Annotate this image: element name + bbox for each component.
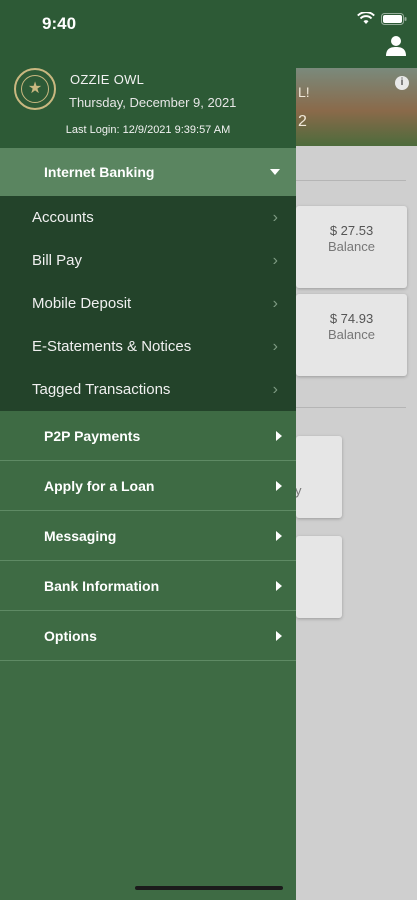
hero-text: L! [298,84,310,100]
submenu-item-tagged-transactions[interactable]: Tagged Transactions › [0,368,296,411]
menu-item-messaging[interactable]: Messaging [0,511,296,561]
submenu-item-accounts[interactable]: Accounts › [0,196,296,239]
account-balance-amount: $ 27.53 [329,223,374,238]
menu-label: Options [44,627,97,644]
submenu-label: Mobile Deposit [32,295,132,312]
chevron-right-icon: › [272,251,278,269]
bank-seal-logo: ★ [14,68,56,110]
submenu-item-mobile-deposit[interactable]: Mobile Deposit › [0,282,296,325]
navigation-drawer: 9:40 ★ OZZIE OWL Thursday, December 9, 2… [0,0,296,900]
triangle-right-icon [276,480,282,491]
tile-card[interactable] [296,536,342,618]
account-balance-label: Balance [328,327,375,342]
tile-card-text: y [295,483,302,498]
account-card[interactable]: $ 27.53 Balance [296,206,407,288]
divider [296,407,406,408]
divider [296,180,406,181]
current-date: Thursday, December 9, 2021 [69,95,237,110]
submenu-label: Bill Pay [32,252,83,269]
triangle-right-icon [276,580,282,591]
chevron-right-icon: › [272,294,278,312]
account-balance-label: Balance [328,239,375,254]
hero-banner: L! 2 i [296,68,417,146]
wifi-icon [357,12,375,24]
menu-item-bank-information[interactable]: Bank Information [0,561,296,611]
account-balance-amount: $ 74.93 [329,311,374,326]
tile-card[interactable]: y [295,436,342,518]
home-indicator[interactable] [135,886,283,890]
submenu-label: Accounts [32,209,94,226]
submenu-item-bill-pay[interactable]: Bill Pay › [0,239,296,282]
menu-label: P2P Payments [44,427,141,444]
battery-icon [381,12,407,25]
triangle-right-icon [276,630,282,641]
chevron-right-icon: › [272,380,278,398]
menu-item-p2p-payments[interactable]: P2P Payments [0,411,296,461]
submenu-item-e-statements[interactable]: E-Statements & Notices › [0,325,296,368]
info-icon[interactable]: i [395,76,409,90]
caret-down-icon [270,169,280,175]
status-icons [357,12,407,25]
user-name: OZZIE OWL [70,72,145,87]
menu-item-options[interactable]: Options [0,611,296,661]
hero-text-secondary: 2 [298,113,307,130]
submenu-label: Tagged Transactions [32,381,171,398]
internet-banking-submenu: Accounts › Bill Pay › Mobile Deposit › E… [0,196,296,411]
menu-item-apply-for-loan[interactable]: Apply for a Loan [0,461,296,511]
status-time: 9:40 [42,14,77,33]
main-menu: P2P Payments Apply for a Loan Messaging … [0,411,296,661]
last-login: Last Login: 12/9/2021 9:39:57 AM [65,124,231,136]
chevron-right-icon: › [272,337,278,355]
account-card[interactable]: $ 74.93 Balance [296,294,407,376]
internet-banking-section[interactable]: Internet Banking [0,148,296,196]
user-profile-icon[interactable] [385,34,407,56]
menu-label: Bank Information [44,577,160,594]
submenu-label: E-Statements & Notices [32,338,192,355]
profile-header: 9:40 ★ OZZIE OWL Thursday, December 9, 2… [0,0,296,148]
menu-label: Messaging [44,527,117,544]
triangle-right-icon [276,530,282,541]
triangle-right-icon [276,430,282,441]
section-label: Internet Banking [44,164,155,180]
menu-label: Apply for a Loan [44,477,155,494]
chevron-right-icon: › [272,208,278,226]
